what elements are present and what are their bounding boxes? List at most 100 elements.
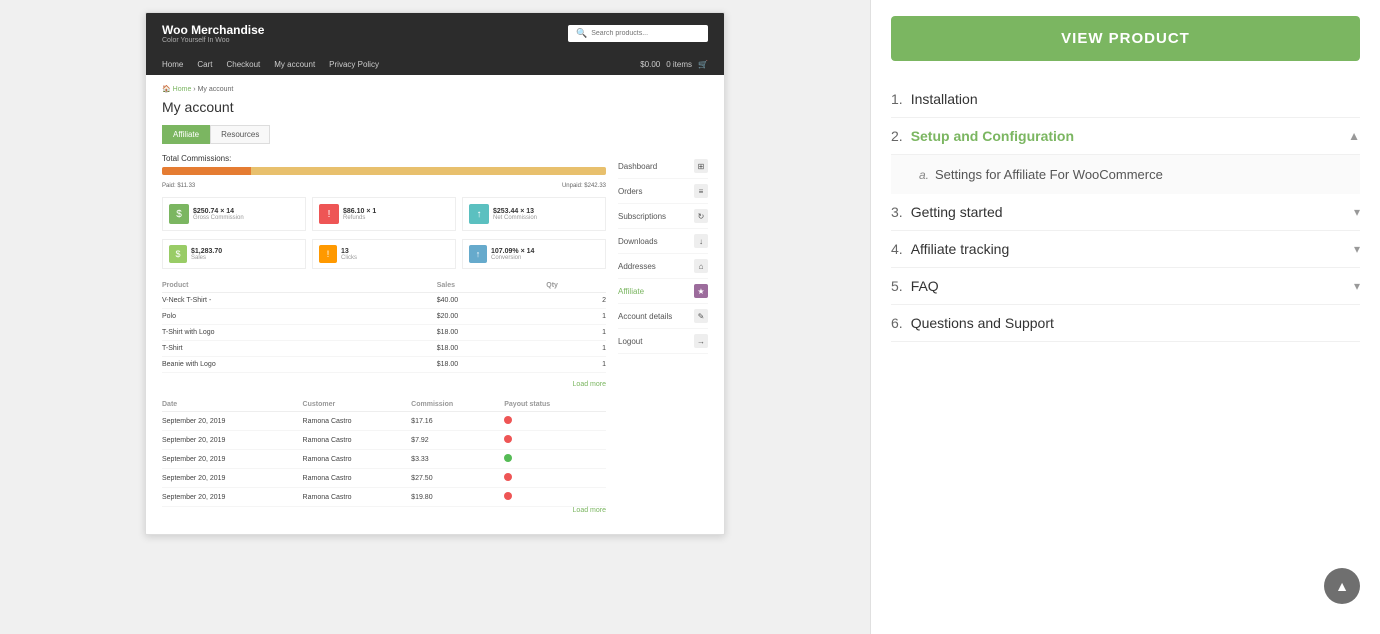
woo-logo-sub: Color Yourself In Woo bbox=[162, 37, 264, 44]
table-row: September 20, 2019 Ramona Castro $3.33 bbox=[162, 450, 606, 469]
toc-title-setup: Setup and Configuration bbox=[911, 128, 1074, 144]
toc-title-affiliate-tracking: Affiliate tracking bbox=[911, 241, 1010, 257]
stat-details-sales: $1,283.70 Sales bbox=[191, 248, 299, 261]
cart-amount: $0.00 bbox=[640, 60, 660, 69]
sidebar-item-downloads[interactable]: Downloads ↓ bbox=[618, 229, 708, 254]
product-qty: 1 bbox=[546, 341, 606, 357]
toc-section-label-getting-started: 3. Getting started bbox=[891, 204, 1003, 220]
stat-value-net: $253.44 × 13 bbox=[493, 208, 599, 215]
toc-section-installation[interactable]: 1. Installation bbox=[891, 81, 1360, 118]
load-more-commissions[interactable]: Load more bbox=[162, 507, 606, 514]
toc-section-label-questions: 6. Questions and Support bbox=[891, 315, 1054, 331]
commission-bar bbox=[162, 167, 606, 175]
woo-search-box[interactable]: 🔍 bbox=[568, 25, 708, 42]
scroll-up-button[interactable]: ▲ bbox=[1324, 568, 1360, 604]
product-sales: $18.00 bbox=[437, 325, 547, 341]
nav-myaccount[interactable]: My account bbox=[274, 60, 315, 69]
toc-subitem-settings: a. Settings for Affiliate For WooCommerc… bbox=[919, 161, 1360, 188]
woo-nav-links: Home Cart Checkout My account Privacy Po… bbox=[162, 60, 379, 69]
sidebar-label-subscriptions: Subscriptions bbox=[618, 212, 666, 221]
sidebar-item-account-details[interactable]: Account details ✎ bbox=[618, 304, 708, 329]
sidebar-label-logout: Logout bbox=[618, 337, 642, 346]
nav-checkout[interactable]: Checkout bbox=[226, 60, 260, 69]
product-name: V-Neck T-Shirt - bbox=[162, 293, 437, 309]
stat-value-refunds: $86.10 × 1 bbox=[343, 208, 449, 215]
commission-bar-labels: Paid: $11.33 Unpaid: $242.33 bbox=[162, 183, 606, 189]
status-dot-red bbox=[504, 416, 512, 424]
logout-icon: → bbox=[694, 334, 708, 348]
load-more-products[interactable]: Load more bbox=[162, 381, 606, 388]
status-dot-red bbox=[504, 492, 512, 500]
toc-title-getting-started: Getting started bbox=[911, 204, 1003, 220]
stat-label-sales: Sales bbox=[191, 255, 299, 261]
breadcrumb-home[interactable]: 🏠 Home bbox=[162, 86, 191, 93]
table-row: T-Shirt with Logo $18.00 1 bbox=[162, 325, 606, 341]
stat-value-sales: $1,283.70 bbox=[191, 248, 299, 255]
col-payout: Payout status bbox=[504, 398, 606, 412]
toc-section-getting-started[interactable]: 3. Getting started ▾ bbox=[891, 194, 1360, 231]
toc-item-installation: 1. Installation bbox=[891, 81, 1360, 118]
search-input[interactable] bbox=[591, 30, 700, 37]
search-icon: 🔍 bbox=[576, 28, 587, 39]
stat-value-conversion: 107.09% × 14 bbox=[491, 248, 599, 255]
stat-gross: $ $250.74 × 14 Gross Commission bbox=[162, 197, 306, 231]
tab-resources[interactable]: Resources bbox=[210, 125, 270, 144]
commissions-table: Date Customer Commission Payout status S… bbox=[162, 398, 606, 507]
toc-section-setup[interactable]: 2. Setup and Configuration ▲ bbox=[891, 118, 1360, 155]
account-body: Total Commissions: Paid: $11.33 Unpaid: … bbox=[162, 154, 708, 524]
subscriptions-icon: ↻ bbox=[694, 209, 708, 223]
toc-sublist-setup: a. Settings for Affiliate For WooCommerc… bbox=[891, 155, 1360, 194]
sidebar-item-affiliate[interactable]: Affiliate ★ bbox=[618, 279, 708, 304]
sidebar-label-downloads: Downloads bbox=[618, 237, 658, 246]
toc-section-faq[interactable]: 5. FAQ ▾ bbox=[891, 268, 1360, 305]
comm-status bbox=[504, 450, 606, 469]
comm-customer: Ramona Castro bbox=[303, 450, 412, 469]
toc-item-faq: 5. FAQ ▾ bbox=[891, 268, 1360, 305]
product-sales: $18.00 bbox=[437, 357, 547, 373]
product-qty: 1 bbox=[546, 357, 606, 373]
sidebar-item-dashboard[interactable]: Dashboard ⊞ bbox=[618, 154, 708, 179]
orders-icon: ≡ bbox=[694, 184, 708, 198]
tab-affiliate[interactable]: Affiliate bbox=[162, 125, 210, 144]
cart-items-count: 0 items bbox=[666, 60, 692, 69]
sidebar-item-logout[interactable]: Logout → bbox=[618, 329, 708, 354]
toc-title-installation: Installation bbox=[911, 91, 978, 107]
chevron-down-icon: ▾ bbox=[1354, 205, 1360, 219]
toc-section-questions[interactable]: 6. Questions and Support bbox=[891, 305, 1360, 342]
stat-details-conversion: 107.09% × 14 Conversion bbox=[491, 248, 599, 261]
paid-label: Paid: $11.33 bbox=[162, 183, 195, 189]
sidebar-item-subscriptions[interactable]: Subscriptions ↻ bbox=[618, 204, 708, 229]
toc-subitem-label-settings[interactable]: a. Settings for Affiliate For WooCommerc… bbox=[919, 167, 1360, 182]
table-row: September 20, 2019 Ramona Castro $7.92 bbox=[162, 431, 606, 450]
nav-privacy[interactable]: Privacy Policy bbox=[329, 60, 379, 69]
stat-icon-gross: $ bbox=[169, 204, 189, 224]
stat-value-clicks: 13 bbox=[341, 248, 449, 255]
table-row: T-Shirt $18.00 1 bbox=[162, 341, 606, 357]
comm-status bbox=[504, 431, 606, 450]
view-product-button[interactable]: VIEW PRODUCT bbox=[891, 16, 1360, 61]
account-details-icon: ✎ bbox=[694, 309, 708, 323]
sidebar-item-addresses[interactable]: Addresses ⌂ bbox=[618, 254, 708, 279]
nav-cart[interactable]: Cart bbox=[197, 60, 212, 69]
toc-section-label-installation: 1. Installation bbox=[891, 91, 978, 107]
cart-icon: 🛒 bbox=[698, 60, 708, 69]
nav-home[interactable]: Home bbox=[162, 60, 183, 69]
product-name: T-Shirt bbox=[162, 341, 437, 357]
unpaid-label: Unpaid: $242.33 bbox=[562, 183, 606, 189]
stat-details-net: $253.44 × 13 Net Commission bbox=[493, 208, 599, 221]
toc-number-1: 1. bbox=[891, 91, 903, 107]
toc-section-affiliate-tracking[interactable]: 4. Affiliate tracking ▾ bbox=[891, 231, 1360, 268]
comm-date: September 20, 2019 bbox=[162, 431, 303, 450]
sidebar-item-orders[interactable]: Orders ≡ bbox=[618, 179, 708, 204]
woo-cart-area[interactable]: $0.00 0 items 🛒 bbox=[640, 60, 708, 69]
table-row: V-Neck T-Shirt - $40.00 2 bbox=[162, 293, 606, 309]
stat-value-gross: $250.74 × 14 bbox=[193, 208, 299, 215]
status-dot-red bbox=[504, 473, 512, 481]
stat-refunds: ! $86.10 × 1 Refunds bbox=[312, 197, 456, 231]
stat-details-refunds: $86.10 × 1 Refunds bbox=[343, 208, 449, 221]
stat-icon-net: ↑ bbox=[469, 204, 489, 224]
stat-icon-refunds: ! bbox=[319, 204, 339, 224]
comm-status bbox=[504, 469, 606, 488]
table-row: Polo $20.00 1 bbox=[162, 309, 606, 325]
product-qty: 1 bbox=[546, 309, 606, 325]
